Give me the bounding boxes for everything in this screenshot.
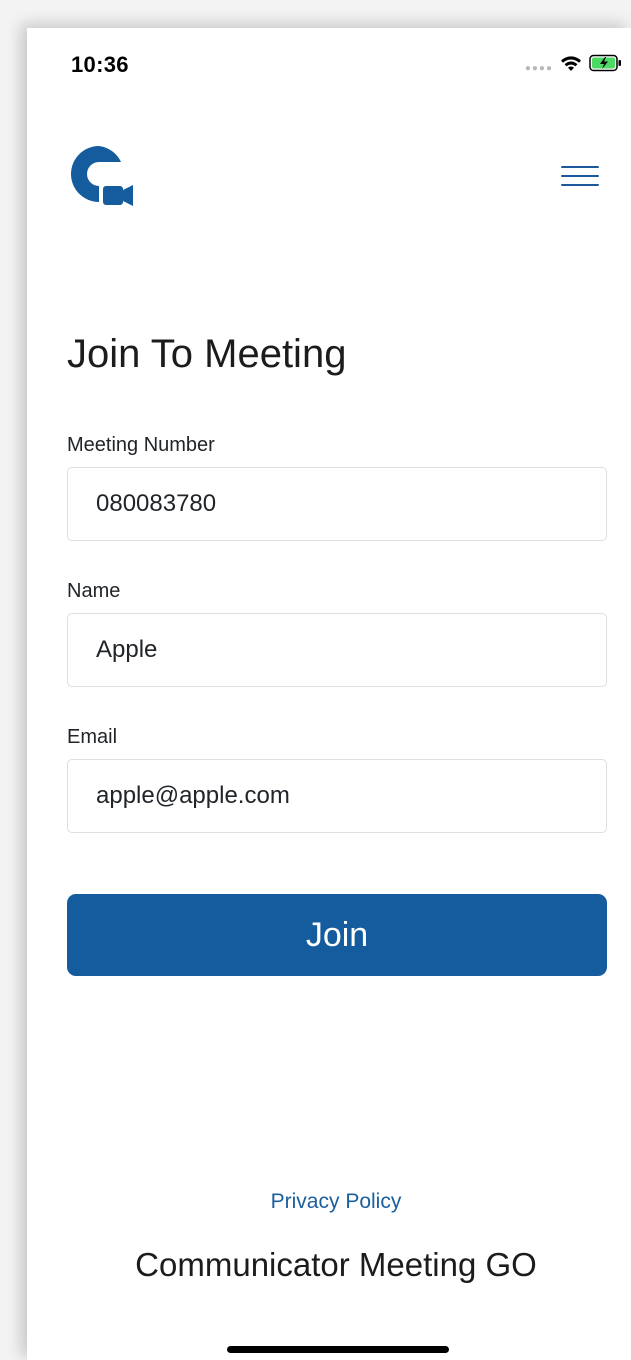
video-camera-logo-icon <box>65 144 135 214</box>
app-screen: 10:36 ●●●● Join To Meeting Meeting Numbe… <box>27 28 631 1360</box>
name-label: Name <box>67 580 121 602</box>
status-time: 10:36 <box>71 52 129 77</box>
home-indicator[interactable] <box>227 1346 449 1353</box>
menu-line <box>561 175 599 177</box>
name-input[interactable] <box>67 613 607 687</box>
email-input[interactable] <box>67 759 607 833</box>
join-button[interactable]: Join <box>67 894 607 976</box>
signal-dots-icon: ●●●● <box>524 62 553 74</box>
battery-charging-icon <box>589 54 623 77</box>
page-title: Join To Meeting <box>67 332 347 376</box>
wifi-icon <box>559 54 583 77</box>
status-icons: ●●●● <box>525 54 623 77</box>
app-name: Communicator Meeting GO <box>135 1246 537 1283</box>
privacy-policy-link[interactable]: Privacy Policy <box>27 1190 631 1214</box>
menu-line <box>561 166 599 168</box>
email-label: Email <box>67 726 118 748</box>
hamburger-menu-icon[interactable] <box>561 166 599 194</box>
meeting-number-input[interactable] <box>67 467 607 541</box>
menu-line <box>561 184 599 186</box>
meeting-number-label: Meeting Number <box>67 434 215 456</box>
